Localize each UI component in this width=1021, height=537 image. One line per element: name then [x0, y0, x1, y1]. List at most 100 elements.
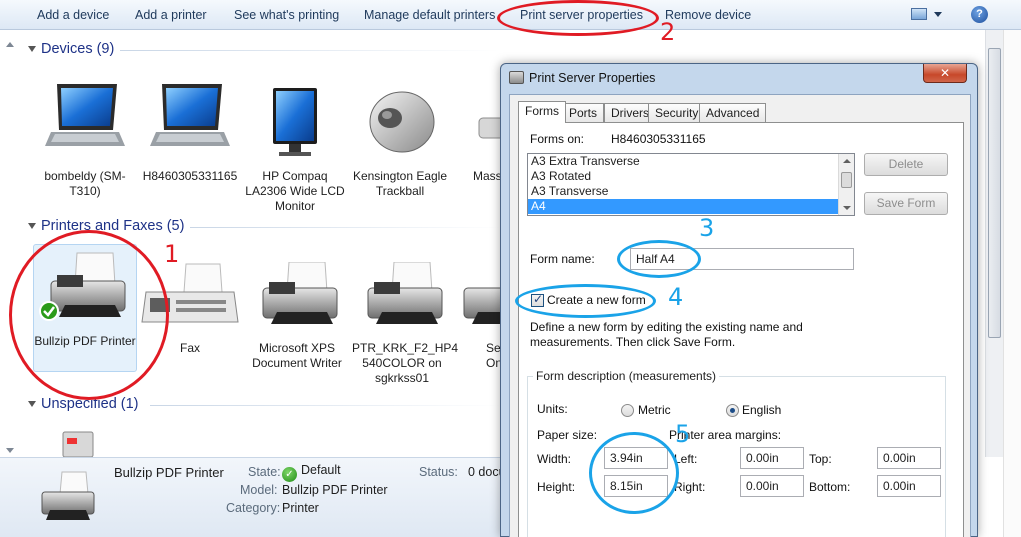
create-new-form-label[interactable]: Create a new form — [547, 293, 646, 307]
add-printer-button[interactable]: Add a printer — [135, 8, 207, 22]
printer-icon — [262, 261, 338, 324]
preview-pane-edge — [1003, 30, 1021, 537]
scroll-down-icon[interactable] — [6, 448, 14, 453]
device-item[interactable]: bombeldy (SM-T310) — [35, 80, 135, 199]
form-name-label: Form name: — [530, 252, 595, 266]
laptop-icon — [150, 84, 230, 146]
list-item[interactable]: A3 Rotated — [528, 169, 854, 184]
collapse-icon[interactable] — [28, 46, 36, 53]
scroll-up-icon[interactable] — [6, 42, 14, 47]
devices-section-label: Devices (9) — [41, 41, 115, 57]
english-label[interactable]: English — [742, 403, 781, 417]
printer-item-xps[interactable]: Microsoft XPS Document Writer — [247, 261, 347, 371]
tab-forms[interactable]: Forms — [518, 101, 566, 123]
right-margin-label: Right: — [674, 480, 706, 494]
tab-security[interactable]: Security — [648, 103, 706, 122]
tab-advanced[interactable]: Advanced — [699, 103, 767, 122]
scroll-gutter — [0, 30, 24, 457]
main-scrollbar[interactable] — [985, 30, 1003, 457]
forms-on-label: Forms on: — [530, 132, 585, 146]
unspecified-section-header[interactable]: Unspecified (1) — [28, 396, 139, 412]
details-state-label: State: — [248, 465, 281, 479]
laptop-icon — [45, 84, 125, 146]
printer-icon — [509, 71, 524, 84]
devices-section-header[interactable]: Devices (9) — [28, 41, 114, 57]
scrollbar-thumb[interactable] — [988, 48, 1001, 338]
top-margin-label: Top: — [809, 452, 832, 466]
device-item[interactable]: Mass — [455, 80, 505, 184]
printer-margins-label: Printer area margins: — [669, 428, 782, 442]
english-radio[interactable] — [726, 404, 739, 417]
server-icon[interactable] — [55, 428, 100, 457]
left-margin-field[interactable]: 0.00in — [740, 447, 804, 469]
list-item-selected[interactable]: A4 — [528, 199, 854, 214]
printer-item-fax[interactable]: Fax — [140, 262, 240, 356]
height-label: Height: — [537, 480, 576, 494]
details-model-value: Bullzip PDF Printer — [282, 483, 388, 497]
printer-label: Microsoft XPS Document Writer — [252, 341, 342, 370]
list-item[interactable]: A3 Extra Transverse — [528, 154, 854, 169]
view-options-dropdown-icon[interactable] — [934, 12, 942, 17]
manage-default-printers-button[interactable]: Manage default printers — [364, 8, 495, 22]
printer-item-onenote[interactable]: Se OneN — [458, 262, 503, 371]
command-bar: Add a device Add a printer See what's pr… — [0, 0, 1021, 30]
delete-button[interactable]: Delete — [864, 153, 948, 176]
help-icon[interactable]: ? — [971, 6, 988, 23]
scroll-up-icon[interactable] — [843, 159, 851, 163]
view-options-icon[interactable] — [911, 8, 927, 20]
section-divider — [120, 50, 500, 51]
save-form-button[interactable]: Save Form — [864, 192, 948, 215]
unspecified-section-label: Unspecified (1) — [41, 396, 139, 412]
printer-item-ptr-krk[interactable]: PTR_KRK_F2_HP4 540COLOR on sgkrkss01 — [352, 261, 458, 386]
details-pane: Bullzip PDF Printer State: ✓ Default Stat… — [0, 457, 516, 537]
list-item[interactable]: A3 Transverse — [528, 184, 854, 199]
top-margin-field[interactable]: 0.00in — [877, 447, 941, 469]
printer-label: Bullzip PDF Printer — [34, 334, 136, 348]
printer-icon — [39, 252, 126, 321]
section-divider — [150, 405, 500, 406]
forms-on-value: H8460305331165 — [611, 132, 706, 146]
print-server-properties-button[interactable]: Print server properties — [520, 8, 643, 22]
scrollbar-thumb[interactable] — [841, 172, 852, 188]
device-label: bombeldy (SM-T310) — [44, 169, 126, 198]
collapse-icon[interactable] — [28, 223, 36, 230]
add-device-button[interactable]: Add a device — [37, 8, 109, 22]
fax-icon — [141, 263, 239, 323]
device-item[interactable]: HP Compaq LA2306 Wide LCD Monitor — [245, 80, 345, 214]
form-name-field[interactable]: Half A4 — [630, 248, 854, 270]
device-item[interactable]: Kensington Eagle Trackball — [350, 80, 450, 199]
metric-radio[interactable] — [621, 404, 634, 417]
form-help-text: Define a new form by editing the existin… — [530, 320, 803, 349]
remove-device-button[interactable]: Remove device — [665, 8, 751, 22]
paper-size-label: Paper size: — [537, 428, 598, 442]
width-label: Width: — [537, 452, 572, 466]
close-button[interactable]: ✕ — [923, 64, 967, 83]
forms-list[interactable]: A3 Extra Transverse A3 Rotated A3 Transv… — [527, 153, 855, 216]
group-title: Form description (measurements) — [533, 369, 720, 383]
monitor-icon — [273, 88, 317, 156]
printer-label: Se OneN — [486, 341, 503, 370]
list-scrollbar[interactable] — [838, 154, 854, 215]
device-label: Kensington Eagle Trackball — [352, 169, 448, 198]
printers-section-header[interactable]: Printers and Faxes (5) — [28, 218, 184, 234]
right-margin-field[interactable]: 0.00in — [740, 475, 804, 497]
tab-ports[interactable]: Ports — [562, 103, 605, 122]
details-status-label: Status: — [419, 465, 458, 479]
details-device-name: Bullzip PDF Printer — [114, 465, 224, 480]
device-item[interactable]: H8460305331165 — [140, 80, 240, 184]
bottom-margin-field[interactable]: 0.00in — [877, 475, 941, 497]
see-whats-printing-button[interactable]: See what's printing — [234, 8, 339, 22]
metric-label[interactable]: Metric — [638, 403, 671, 417]
create-new-form-checkbox[interactable] — [531, 292, 544, 307]
units-label: Units: — [537, 402, 568, 416]
height-field[interactable]: 8.15in — [604, 475, 668, 497]
width-field[interactable]: 3.94in — [604, 447, 668, 469]
collapse-icon[interactable] — [28, 401, 36, 408]
printer-icon — [367, 261, 443, 324]
printer-item-bullzip[interactable]: Bullzip PDF Printer — [33, 244, 137, 372]
printers-section-label: Printers and Faxes (5) — [41, 218, 185, 234]
details-category-value: Printer — [282, 501, 319, 515]
scroll-down-icon[interactable] — [843, 206, 851, 210]
left-margin-label: Left: — [674, 452, 698, 466]
printer-icon — [463, 287, 503, 324]
